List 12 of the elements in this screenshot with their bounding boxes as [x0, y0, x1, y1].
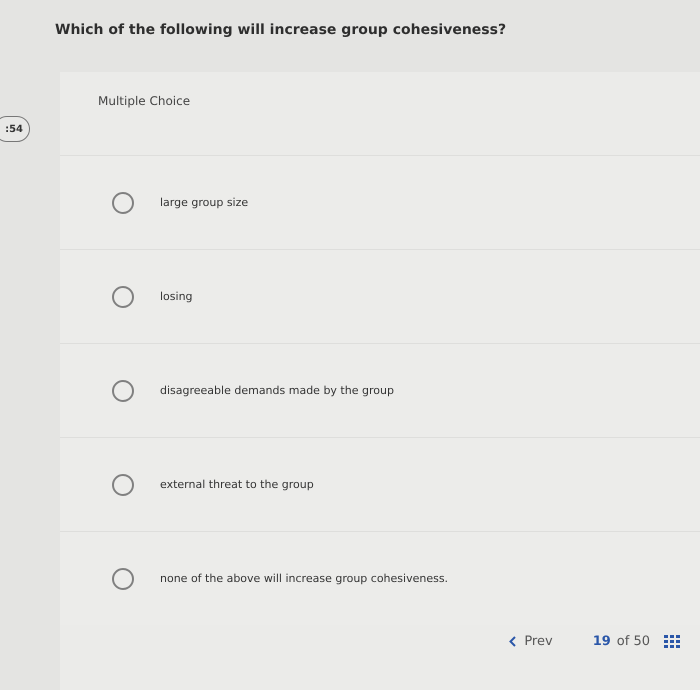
question-type-label: Multiple Choice — [97, 93, 192, 110]
prev-button[interactable]: Prev — [509, 634, 553, 649]
question-text: Which of the following will increase group cohesiveness? — [54, 21, 508, 40]
radio-button[interactable] — [112, 568, 134, 590]
question-counter: 19 of 50 — [592, 634, 650, 649]
radio-button[interactable] — [112, 286, 134, 308]
radio-button[interactable] — [112, 192, 134, 214]
grid-icon[interactable] — [664, 635, 680, 649]
timer-badge: :54 — [0, 116, 30, 142]
radio-button[interactable] — [112, 474, 134, 496]
radio-button[interactable] — [112, 380, 134, 402]
chevron-left-icon — [509, 636, 516, 647]
